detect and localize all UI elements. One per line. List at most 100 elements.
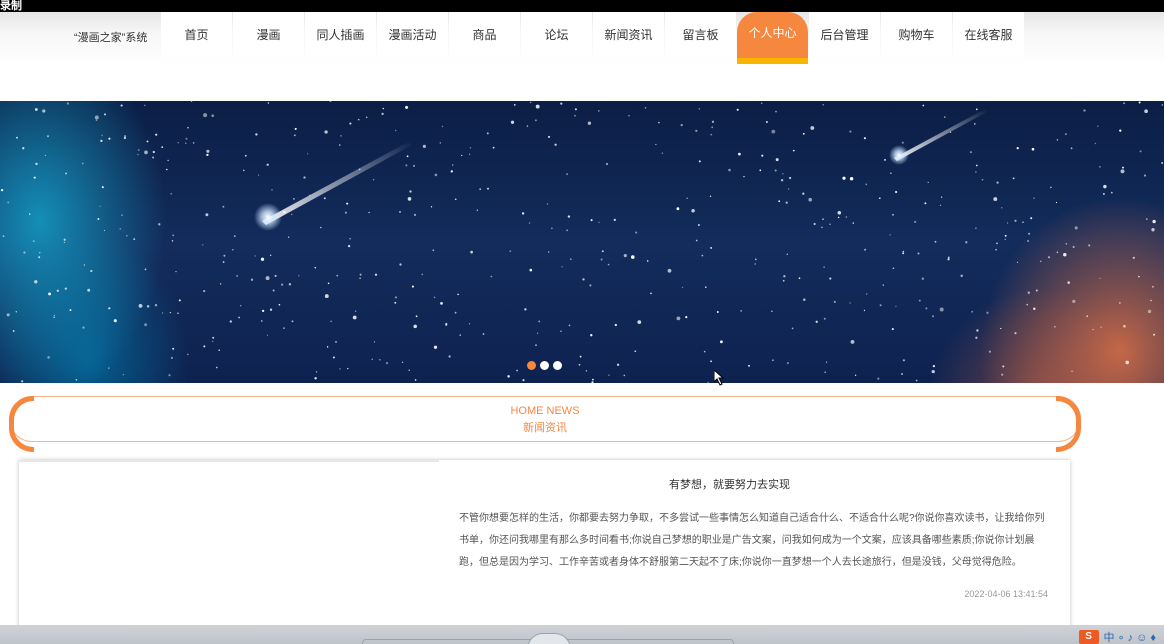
star: [205, 213, 209, 217]
star: [240, 305, 242, 307]
star: [798, 277, 801, 280]
star: [1150, 299, 1152, 302]
star: [1144, 109, 1148, 114]
star: [1006, 222, 1009, 224]
star: [772, 359, 774, 361]
ime-logo-icon[interactable]: S: [1078, 630, 1099, 644]
star: [852, 222, 854, 224]
nav-fan-art[interactable]: 同人插画: [305, 12, 376, 58]
star: [510, 120, 515, 124]
star: [783, 275, 786, 278]
star: [882, 284, 885, 286]
star: [326, 346, 329, 348]
nav-admin[interactable]: 后台管理: [809, 12, 880, 58]
star: [12, 330, 15, 332]
star: [786, 253, 789, 256]
star: [865, 183, 868, 186]
star: [190, 101, 193, 102]
star: [236, 275, 238, 277]
star: [661, 152, 664, 154]
star: [892, 267, 895, 270]
star: [29, 213, 31, 215]
star: [215, 366, 218, 369]
star: [459, 334, 462, 336]
star: [430, 206, 433, 208]
star: [408, 369, 410, 371]
nav-news[interactable]: 新闻资讯: [593, 12, 664, 58]
star: [7, 201, 10, 204]
star: [509, 250, 512, 253]
star: [1016, 261, 1019, 264]
star: [368, 211, 370, 214]
star: [854, 374, 857, 376]
star: [1072, 299, 1076, 304]
star: [591, 381, 594, 383]
star: [996, 242, 998, 245]
star: [976, 329, 979, 332]
star: [810, 126, 815, 130]
nav-personal-center[interactable]: 个人中心: [737, 12, 808, 64]
star: [740, 309, 743, 312]
star: [124, 135, 127, 138]
star: [347, 367, 349, 370]
meteor-trail: [262, 141, 412, 225]
star: [815, 320, 818, 323]
star: [650, 292, 652, 295]
carousel-dot[interactable]: [540, 361, 549, 370]
star: [704, 286, 707, 289]
hero-carousel[interactable]: [0, 101, 1164, 383]
star: [339, 368, 341, 370]
star: [536, 332, 539, 334]
star: [1071, 370, 1073, 373]
star: [394, 301, 397, 304]
news-card[interactable]: 有梦想，就要努力去实现 不管你想要怎样的生活，你都要去努力争取，不多尝试一些事情…: [19, 460, 1070, 640]
star: [585, 370, 588, 372]
star: [287, 236, 290, 238]
star: [94, 115, 99, 120]
nav-forum[interactable]: 论坛: [521, 12, 592, 58]
carousel-dot[interactable]: [553, 361, 562, 370]
star: [592, 378, 594, 381]
nav-cart[interactable]: 购物车: [881, 12, 952, 58]
tray-icons[interactable]: 中 ∘ ♪ ☺ ♦: [1104, 629, 1156, 644]
star: [513, 104, 516, 106]
star: [382, 107, 385, 110]
site-logo[interactable]: “漫画之家”系统: [74, 29, 147, 45]
taskbar-knob[interactable]: [527, 633, 571, 644]
star: [944, 116, 946, 118]
star: [152, 156, 155, 159]
star: [53, 314, 56, 317]
star: [415, 315, 418, 318]
star: [829, 277, 832, 280]
star: [1027, 240, 1029, 242]
nav-home[interactable]: 首页: [161, 12, 232, 58]
nav-products[interactable]: 商品: [449, 12, 520, 58]
star: [566, 173, 569, 176]
star: [1026, 303, 1029, 306]
nav-comic-events[interactable]: 漫画活动: [377, 12, 448, 58]
news-thumbnail[interactable]: [19, 460, 439, 640]
star: [167, 159, 169, 162]
star: [161, 146, 164, 148]
nav-comics[interactable]: 漫画: [233, 12, 304, 58]
star: [1027, 291, 1030, 294]
star: [623, 374, 626, 377]
star: [266, 334, 269, 336]
news-title[interactable]: 有梦想，就要努力去实现: [459, 476, 1000, 492]
star: [203, 345, 206, 348]
star: [566, 229, 569, 232]
nav-online-support[interactable]: 在线客服: [953, 12, 1024, 58]
star: [203, 113, 208, 118]
star: [771, 129, 776, 134]
star: [1143, 174, 1147, 177]
star: [359, 277, 361, 279]
star: [813, 222, 816, 226]
star: [261, 309, 265, 313]
carousel-dot[interactable]: [527, 361, 536, 370]
nav-message-board[interactable]: 留言板: [665, 12, 736, 58]
star: [570, 258, 572, 260]
star: [782, 173, 784, 175]
star: [469, 147, 472, 149]
star: [695, 239, 698, 242]
star: [995, 249, 997, 251]
